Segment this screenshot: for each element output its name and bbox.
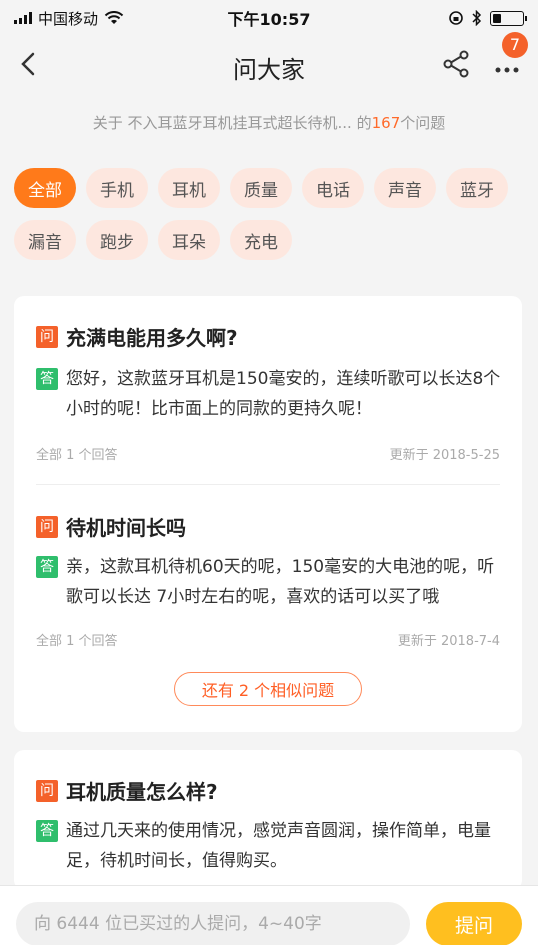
summary-suffix: 个问题: [400, 114, 446, 132]
question-row[interactable]: 问 耳机质量怎么样?: [36, 776, 218, 805]
tag-phone[interactable]: 手机: [86, 168, 148, 208]
question-title: 待机时间长吗: [66, 516, 186, 540]
ask-bar: 提问: [0, 885, 538, 945]
question-icon: 问: [36, 779, 58, 802]
tag-leak[interactable]: 漏音: [14, 220, 76, 260]
tag-quality[interactable]: 质量: [230, 168, 292, 208]
tag-all[interactable]: 全部: [14, 168, 76, 208]
answer-count[interactable]: 全部 1 个回答: [36, 630, 118, 649]
status-left: 中国移动: [14, 8, 124, 29]
question-icon: 问: [36, 515, 58, 538]
updated-date: 更新于 2018-5-25: [389, 448, 500, 463]
question-meta: 全部 1 个回答 更新于 2018-5-25: [36, 444, 500, 463]
question-title: 耳机质量怎么样?: [66, 780, 218, 804]
answer-row: 答 亲，这款耳机待机60天的呢，150毫安的大电池的呢，听歌可以长达 7小时左右…: [36, 552, 506, 612]
question-title: 充满电能用多久啊?: [66, 326, 238, 350]
answer-row: 答 您好，这款蓝牙耳机是150毫安的，连续听歌可以长达8个小时的呢！比市面上的同…: [36, 364, 506, 424]
question-summary: 关于 不入耳蓝牙耳机挂耳式超长待机... 的167个问题: [0, 112, 538, 133]
question-icon: 问: [36, 325, 58, 348]
answer-text: 亲，这款耳机待机60天的呢，150毫安的大电池的呢，听歌可以长达 7小时左右的呢…: [66, 557, 495, 607]
tag-sound[interactable]: 声音: [374, 168, 436, 208]
summary-product: 不入耳蓝牙耳机挂耳式超长待机...: [127, 114, 352, 132]
question-row[interactable]: 问 充满电能用多久啊?: [36, 322, 238, 351]
battery-level: [493, 13, 502, 23]
tag-filter: 全部 手机 耳机 质量 电话 声音 蓝牙 漏音 跑步 耳朵 充电: [14, 168, 534, 260]
tag-call[interactable]: 电话: [302, 168, 364, 208]
tag-running[interactable]: 跑步: [86, 220, 148, 260]
ask-button[interactable]: 提问: [426, 902, 522, 945]
question-count: 167: [371, 114, 401, 132]
bluetooth-icon: [472, 10, 482, 26]
answer-count[interactable]: 全部 1 个回答: [36, 444, 118, 463]
question-row[interactable]: 问 待机时间长吗: [36, 512, 186, 541]
nav-bar: 问大家 7: [0, 32, 538, 92]
status-right: [448, 10, 527, 26]
tag-ear[interactable]: 耳朵: [158, 220, 220, 260]
status-bar: 中国移动 下午10:57: [0, 0, 538, 36]
share-icon[interactable]: [440, 48, 472, 80]
answer-text: 通过几天来的使用情况，感觉声音圆润，操作简单，电量足，待机时间长，值得购买。: [66, 821, 491, 871]
ask-input[interactable]: [16, 902, 410, 945]
answer-icon: 答: [36, 820, 58, 842]
summary-mid: 的: [356, 114, 372, 132]
tag-bluetooth[interactable]: 蓝牙: [446, 168, 508, 208]
tag-charging[interactable]: 充电: [230, 220, 292, 260]
updated-date: 更新于 2018-7-4: [397, 634, 500, 649]
answer-row: 答 通过几天来的使用情况，感觉声音圆润，操作简单，电量足，待机时间长，值得购买。: [36, 816, 506, 876]
summary-prefix: 关于: [92, 114, 123, 132]
similar-questions-button[interactable]: 还有 2 个相似问题: [174, 672, 362, 706]
answer-icon: 答: [36, 368, 58, 390]
carrier-label: 中国移动: [38, 9, 99, 28]
answer-text: 您好，这款蓝牙耳机是150毫安的，连续听歌可以长达8个小时的呢！比市面上的同款的…: [66, 369, 501, 419]
divider: [36, 484, 500, 485]
orientation-lock-icon: [449, 11, 463, 25]
tag-earphone[interactable]: 耳机: [158, 168, 220, 208]
answer-icon: 答: [36, 556, 58, 578]
battery-icon: [490, 10, 527, 26]
question-meta: 全部 1 个回答 更新于 2018-7-4: [36, 630, 500, 649]
signal-icon: [14, 12, 32, 24]
wifi-icon: [104, 11, 124, 24]
question-card: 问 耳机质量怎么样? 答 通过几天来的使用情况，感觉声音圆润，操作简单，电量足，…: [14, 750, 522, 890]
notification-badge: 7: [502, 32, 528, 58]
question-card: 问 充满电能用多久啊? 答 您好，这款蓝牙耳机是150毫安的，连续听歌可以长达8…: [14, 296, 522, 732]
